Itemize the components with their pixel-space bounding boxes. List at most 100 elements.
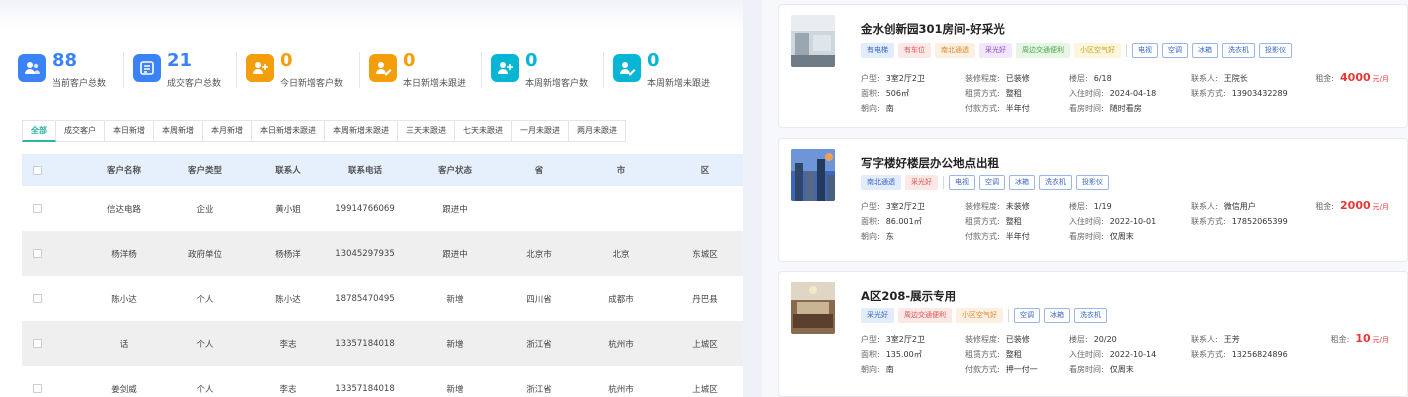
detail-value: 整租 — [1005, 350, 1022, 359]
stat-card: 21 成交客户总数 — [133, 50, 243, 92]
feature-tag: 周边交通便利 — [1016, 43, 1070, 58]
tab-6[interactable]: 本日新增未跟进 — [252, 120, 325, 142]
listing-title[interactable]: 写字楼好楼层办公地点出租 — [861, 155, 999, 171]
tab-4[interactable]: 本周新增 — [154, 120, 203, 142]
tab-10[interactable]: 一月未跟进 — [512, 120, 569, 142]
detail-lease: 租赁方式: 整租 — [965, 88, 1022, 99]
tab-5[interactable]: 本月新增 — [203, 120, 252, 142]
row-checkbox[interactable] — [26, 321, 48, 366]
listing-photo[interactable] — [791, 149, 835, 201]
stat-value: 0 — [280, 50, 293, 71]
detail-label: 面积: — [861, 350, 880, 359]
tag-divider — [943, 176, 944, 189]
header-checkbox[interactable] — [26, 154, 48, 186]
facility-tag: 洗衣机 — [1074, 308, 1107, 323]
detail-value: 微信用户 — [1223, 202, 1256, 211]
listing-card[interactable]: 金水创新园301房间-好采光有电梯 有车位 南北通透 采光好 周边交通便利 小区空气好 电视… — [778, 4, 1408, 128]
tab-1[interactable]: 全部 — [22, 120, 56, 142]
detail-label: 租赁方式: — [965, 350, 1000, 359]
checkbox[interactable] — [32, 249, 42, 258]
column-header[interactable]: 区 — [655, 154, 743, 186]
stat-label: 本周新增客户数 — [525, 79, 589, 89]
feature-tag: 采光好 — [905, 175, 938, 190]
row-checkbox[interactable] — [26, 186, 48, 231]
tab-7[interactable]: 本周新增未跟进 — [325, 120, 398, 142]
tab-8[interactable]: 三天未跟进 — [398, 120, 455, 142]
facility-tag: 洗衣机 — [1222, 43, 1255, 58]
listing-title[interactable]: 金水创新园301房间-好采光 — [861, 21, 1005, 37]
facility-tag: 洗衣机 — [1039, 175, 1072, 190]
detail-payment: 付款方式: 押一付一 — [965, 364, 1038, 375]
facility-tag: 冰箱 — [1192, 43, 1218, 58]
detail-label: 租赁方式: — [965, 89, 1000, 98]
stat-value: 0 — [647, 50, 660, 71]
table-row[interactable]: 姜剑威 个人 李志 13357184018 新增 浙江省 杭州市 上城区 — [22, 366, 743, 397]
checkbox[interactable] — [32, 165, 42, 175]
detail-phone: 联系方式: 17852065399 — [1191, 216, 1288, 227]
facility-tag: 空调 — [1014, 308, 1040, 323]
detail-label: 看房时间: — [1069, 104, 1104, 113]
table-row[interactable]: 话个人 李志 13357184018 新增 浙江省 杭州市 上城区 — [22, 321, 743, 366]
listing-photo[interactable] — [791, 282, 835, 334]
detail-value: 6/18 — [1093, 74, 1112, 83]
detail-value: 随时看房 — [1109, 104, 1142, 113]
detail-viewing: 看房时间: 随时看房 — [1069, 103, 1142, 114]
listing-rent: 租金: 10 元/月 — [1331, 332, 1389, 345]
detail-label: 联系人: — [1191, 335, 1218, 344]
tab-3[interactable]: 本日新增 — [105, 120, 154, 142]
table-row[interactable]: 信达电路 企业 黄小姐 19914766069 跟进中 — [22, 186, 743, 231]
detail-label: 朝向: — [861, 232, 880, 241]
detail-label: 联系方式: — [1191, 350, 1226, 359]
listing-photo[interactable] — [791, 15, 835, 67]
tab-9[interactable]: 七天未跟进 — [455, 120, 512, 142]
stat-value: 21 — [167, 50, 193, 71]
listing-card[interactable]: 写字楼好楼层办公地点出租 南北通透 采光好 电视 空调 冰箱 洗衣机 投影仪 户型: 3室2厅2卫… — [778, 138, 1408, 262]
detail-floor: 楼层: 6/18 — [1069, 73, 1112, 84]
detail-area: 面积: 86.001㎡ — [861, 216, 922, 227]
row-checkbox[interactable] — [26, 231, 48, 276]
feature-tag: 采光好 — [861, 308, 894, 323]
detail-value: 20/20 — [1093, 335, 1117, 344]
detail-label: 楼层: — [1069, 202, 1088, 211]
detail-value: 1/19 — [1093, 202, 1112, 211]
listing-title[interactable]: A区208-展示专用 — [861, 288, 956, 304]
checkbox[interactable] — [32, 384, 42, 393]
feature-tag: 南北通透 — [935, 43, 975, 58]
stat-divider — [359, 52, 360, 88]
row-checkbox[interactable] — [26, 276, 48, 321]
cell-district — [655, 186, 743, 231]
table-row[interactable]: 杨洋杨 政府单位 杨杨洋 13045297935 跟进中 北京市 北京 东城区 — [22, 231, 743, 276]
detail-label: 付款方式: — [965, 365, 1000, 374]
checkbox[interactable] — [32, 204, 42, 213]
checkbox[interactable] — [32, 339, 42, 348]
cell-district: 上城区 — [692, 339, 718, 350]
detail-value: 王芳 — [1223, 335, 1240, 344]
detail-viewing: 看房时间: 仅周末 — [1069, 364, 1134, 375]
rent-label: 租金: — [1315, 74, 1335, 83]
detail-value: 135.00㎡ — [885, 350, 922, 359]
stats-bar: 88 当前客户总数 21 成交客户总数 0 今日新增客户数 0 本日新增未跟进 0 本周新增客户数… — [18, 50, 738, 92]
column-header[interactable]: 联系电话 — [315, 154, 415, 186]
tag-divider — [1008, 309, 1009, 322]
detail-value: 整租 — [1005, 217, 1022, 226]
checkbox[interactable] — [32, 294, 42, 303]
tab-11[interactable]: 两月未跟进 — [569, 120, 626, 142]
facility-tag: 投影仪 — [1076, 175, 1109, 190]
detail-label: 朝向: — [861, 365, 880, 374]
listing-tags: 有电梯 有车位 南北通透 采光好 周边交通便利 小区空气好 电视 空调 冰箱 洗衣机 投影仪 — [861, 43, 1296, 58]
detail-label: 户型: — [861, 202, 880, 211]
cell-district: 丹巴县 — [692, 294, 718, 305]
user-add-icon — [246, 54, 274, 82]
detail-value: 13903432289 — [1231, 89, 1288, 98]
detail-label: 入住时间: — [1069, 350, 1104, 359]
stat-label: 成交客户总数 — [167, 79, 222, 89]
detail-contact: 联系人: 微信用户 — [1191, 201, 1256, 212]
facility-tag: 冰箱 — [1009, 175, 1035, 190]
cell-phone: 13045297935 — [335, 248, 395, 259]
row-checkbox[interactable] — [26, 366, 48, 397]
facility-tag: 空调 — [1162, 43, 1188, 58]
listing-card[interactable]: A区208-展示专用 采光好 周边交通便利 小区空气好 空调 冰箱 洗衣机 户型: 3室2厅2卫… — [778, 271, 1408, 397]
tab-2[interactable]: 成交客户 — [56, 120, 105, 142]
deal-icon — [133, 54, 161, 82]
table-row[interactable]: 陈小达 个人 陈小达 18785470495 新增 四川省 成都市 丹巴县 — [22, 276, 743, 321]
